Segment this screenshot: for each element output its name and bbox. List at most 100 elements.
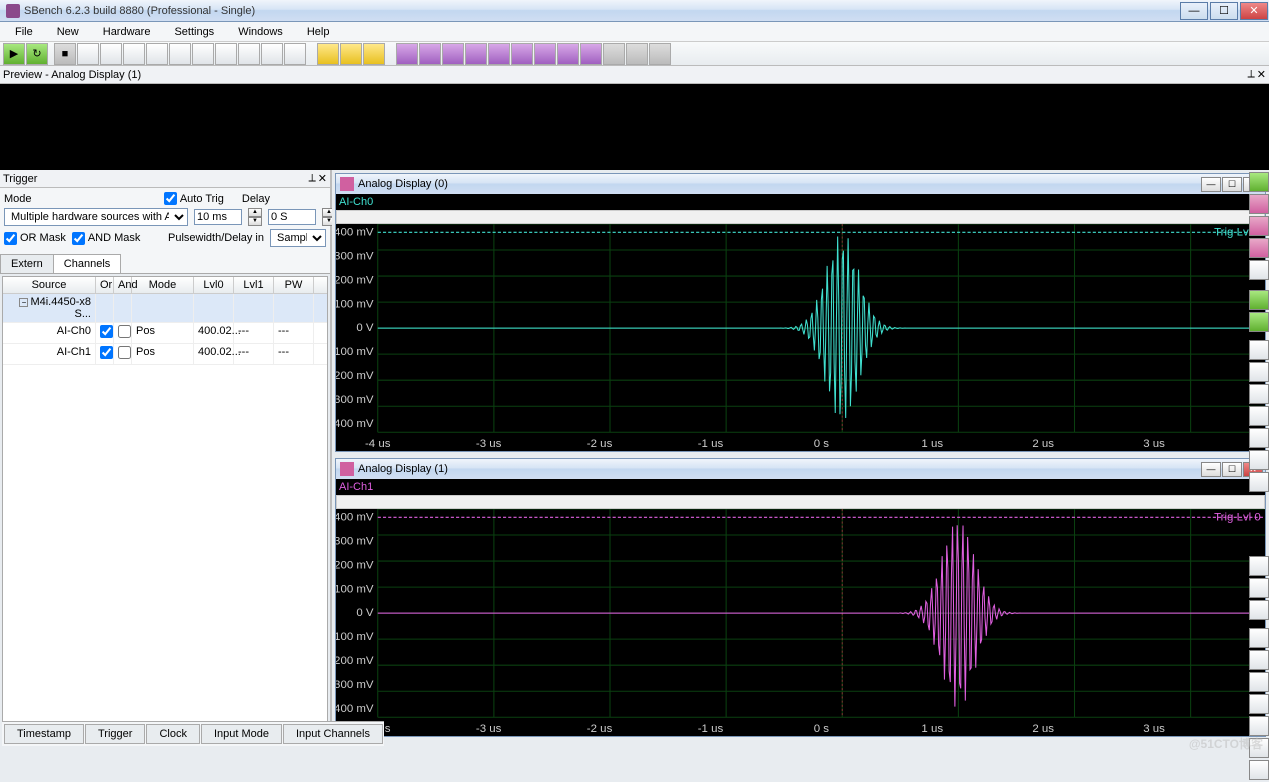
loop-button[interactable]: ↻: [26, 43, 48, 65]
rt-zoom-out-icon[interactable]: [1249, 340, 1269, 360]
rt-btn-10[interactable]: [1249, 472, 1269, 492]
rt-btn-6[interactable]: [1249, 312, 1269, 332]
rt-btn-4[interactable]: [1249, 260, 1269, 280]
tool-g[interactable]: [238, 43, 260, 65]
tool-d[interactable]: [169, 43, 191, 65]
autotrig-checkbox[interactable]: Auto Trig: [164, 192, 224, 205]
tool-x[interactable]: [649, 43, 671, 65]
rt-btn-12[interactable]: [1249, 578, 1269, 598]
analog-max-button[interactable]: ☐: [1222, 177, 1242, 192]
tool-p[interactable]: [465, 43, 487, 65]
col-source[interactable]: Source: [3, 277, 96, 293]
tool-k[interactable]: [340, 43, 362, 65]
tab-input-channels[interactable]: Input Channels: [283, 724, 383, 744]
col-lvl0[interactable]: Lvl0: [194, 277, 234, 293]
maximize-button[interactable]: ☐: [1210, 2, 1238, 20]
tool-j[interactable]: [317, 43, 339, 65]
tool-q[interactable]: [488, 43, 510, 65]
analog-max-button[interactable]: ☐: [1222, 462, 1242, 477]
tab-extern[interactable]: Extern: [0, 254, 54, 273]
rt-btn-15[interactable]: [1249, 650, 1269, 670]
scrollbar-h[interactable]: [336, 495, 1265, 509]
menu-windows[interactable]: Windows: [226, 24, 295, 40]
tool-h[interactable]: [261, 43, 283, 65]
tab-timestamp[interactable]: Timestamp: [4, 724, 84, 744]
tool-t[interactable]: [557, 43, 579, 65]
menu-file[interactable]: File: [3, 24, 45, 40]
rt-btn-11[interactable]: [1249, 556, 1269, 576]
tool-e[interactable]: [192, 43, 214, 65]
col-or[interactable]: Or: [96, 277, 114, 293]
close-button[interactable]: ✕: [1240, 2, 1268, 20]
tool-r[interactable]: [511, 43, 533, 65]
analog-min-button[interactable]: —: [1201, 462, 1221, 477]
scope-area[interactable]: 400 mV300 mV200 mV100 mV0 V-100 mV-200 m…: [336, 224, 1265, 451]
table-row[interactable]: AI-Ch0Pos400.02...------: [3, 323, 327, 344]
tab-channels[interactable]: Channels: [53, 254, 121, 273]
tool-n[interactable]: [419, 43, 441, 65]
preview-close-icon[interactable]: ✕: [1257, 68, 1266, 81]
pw-unit-select[interactable]: Samples: [270, 229, 326, 247]
rt-btn-9[interactable]: [1249, 450, 1269, 470]
table-row[interactable]: −M4i.4450-x8 S...: [3, 294, 327, 323]
svg-text:-3 us: -3 us: [476, 723, 502, 735]
tab-trigger[interactable]: Trigger: [85, 724, 145, 744]
tool-c[interactable]: [146, 43, 168, 65]
tool-s[interactable]: [534, 43, 556, 65]
force-trig-button[interactable]: [77, 43, 99, 65]
tool-w[interactable]: [626, 43, 648, 65]
rt-grid-icon[interactable]: [1249, 172, 1269, 192]
menu-new[interactable]: New: [45, 24, 91, 40]
menu-settings[interactable]: Settings: [162, 24, 226, 40]
menu-hardware[interactable]: Hardware: [91, 24, 163, 40]
tab-input-mode[interactable]: Input Mode: [201, 724, 282, 744]
andmask-checkbox[interactable]: AND Mask: [72, 232, 141, 245]
play-button[interactable]: ▶: [3, 43, 25, 65]
analog-min-button[interactable]: —: [1201, 177, 1221, 192]
mode-select[interactable]: Multiple hardware sources with AND/OR: [4, 208, 188, 226]
rt-btn-14[interactable]: [1249, 628, 1269, 648]
scope-area[interactable]: 400 mV300 mV200 mV100 mV0 V-100 mV-200 m…: [336, 509, 1265, 736]
rt-zoom-in-icon[interactable]: [1249, 362, 1269, 382]
col-mode[interactable]: Mode: [132, 277, 194, 293]
scrollbar-h[interactable]: [336, 210, 1265, 224]
tool-m[interactable]: [396, 43, 418, 65]
rt-btn-13[interactable]: [1249, 600, 1269, 620]
rt-plus-icon[interactable]: [1249, 384, 1269, 404]
ormask-checkbox[interactable]: OR Mask: [4, 232, 66, 245]
tool-l[interactable]: [363, 43, 385, 65]
tool-a[interactable]: [100, 43, 122, 65]
rt-btn-16[interactable]: [1249, 672, 1269, 692]
analog-title: Analog Display (0)—☐✕: [336, 174, 1265, 194]
rt-btn-20[interactable]: [1249, 760, 1269, 780]
rt-btn-17[interactable]: [1249, 694, 1269, 714]
delay-time-spinner[interactable]: ▲▼: [248, 208, 262, 226]
rt-btn-3[interactable]: [1249, 238, 1269, 258]
col-and[interactable]: And: [114, 277, 132, 293]
trigger-close-icon[interactable]: ✕: [318, 172, 327, 185]
rt-btn-2[interactable]: [1249, 216, 1269, 236]
delay-time-input[interactable]: [194, 209, 242, 225]
tool-b[interactable]: [123, 43, 145, 65]
rt-btn-8[interactable]: [1249, 428, 1269, 448]
menu-help[interactable]: Help: [295, 24, 342, 40]
stop-button[interactable]: ■: [54, 43, 76, 65]
table-row[interactable]: AI-Ch1Pos400.02...------: [3, 344, 327, 365]
rt-btn-7[interactable]: [1249, 406, 1269, 426]
tool-i[interactable]: [284, 43, 306, 65]
tab-clock[interactable]: Clock: [146, 724, 200, 744]
col-lvl1[interactable]: Lvl1: [234, 277, 274, 293]
rt-btn-5[interactable]: [1249, 290, 1269, 310]
minimize-button[interactable]: —: [1180, 2, 1208, 20]
trigger-pin-icon[interactable]: ⟂: [308, 172, 315, 185]
col-pw[interactable]: PW: [274, 277, 314, 293]
rt-btn-19[interactable]: [1249, 738, 1269, 758]
tool-u[interactable]: [580, 43, 602, 65]
tool-v[interactable]: [603, 43, 625, 65]
preview-pin-icon[interactable]: ⟂: [1247, 68, 1254, 81]
delay-samples-input[interactable]: [268, 209, 316, 225]
rt-btn-1[interactable]: [1249, 194, 1269, 214]
tool-o[interactable]: [442, 43, 464, 65]
tool-f[interactable]: [215, 43, 237, 65]
rt-btn-18[interactable]: [1249, 716, 1269, 736]
